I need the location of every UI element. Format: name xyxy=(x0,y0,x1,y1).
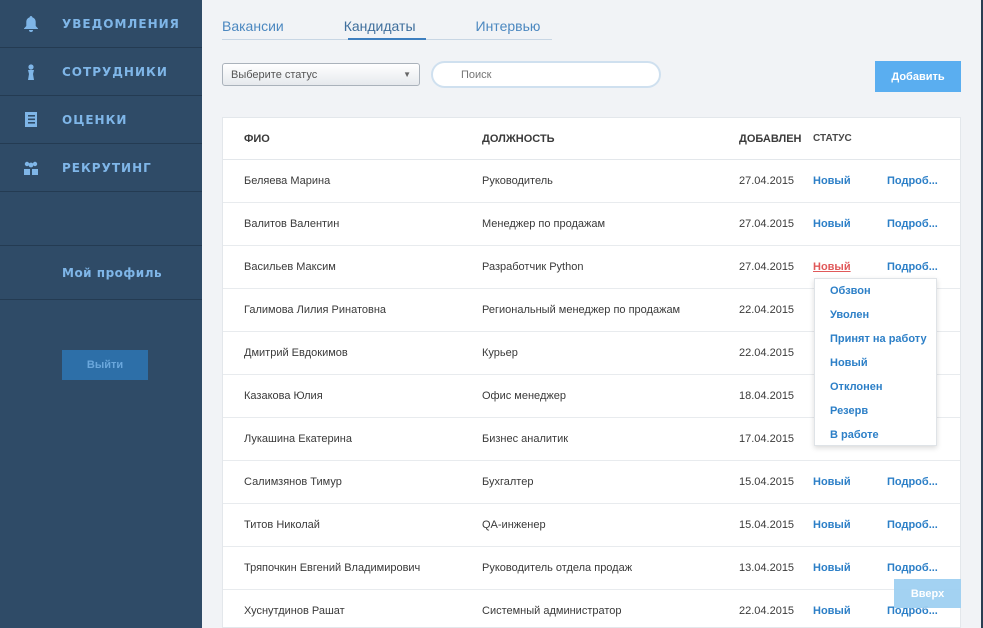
cell-name: Беляева Марина xyxy=(244,175,331,187)
table-row[interactable]: Беляева Марина Руководитель 27.04.2015 Н… xyxy=(223,160,960,203)
cell-date: 27.04.2015 xyxy=(739,218,795,230)
bell-icon xyxy=(0,15,62,32)
status-option[interactable]: Отклонен xyxy=(815,379,936,403)
table-header: ФИО Должность Добавлен Статус xyxy=(223,118,960,160)
header-status: Статус xyxy=(813,133,852,144)
cell-date: 27.04.2015 xyxy=(739,261,795,273)
cell-position: Офис менеджер xyxy=(482,390,566,402)
add-candidate-button[interactable]: Добавить xyxy=(875,61,961,92)
cell-date: 27.04.2015 xyxy=(739,175,795,187)
tab-vacancies[interactable]: Вакансии xyxy=(222,18,284,38)
cell-name: Казакова Юлия xyxy=(244,390,323,402)
cell-position: Разработчик Python xyxy=(482,261,584,273)
header-position: Должность xyxy=(482,132,555,145)
status-option[interactable]: Обзвон xyxy=(815,283,936,307)
details-link[interactable]: Подроб... xyxy=(887,218,938,230)
sidebar-divider xyxy=(0,192,202,246)
cell-date: 22.04.2015 xyxy=(739,347,795,359)
tab-bar: Вакансии Кандидаты Интервью xyxy=(222,18,600,38)
cell-date: 18.04.2015 xyxy=(739,390,795,402)
status-dropdown-menu: Обзвон Уволен Принят на работу Новый Отк… xyxy=(814,278,937,446)
document-icon xyxy=(0,112,62,127)
sidebar-item-ratings[interactable]: Оценки xyxy=(0,96,202,144)
cell-name: Васильев Максим xyxy=(244,261,336,273)
sidebar-item-employees[interactable]: Сотрудники xyxy=(0,48,202,96)
tab-interviews[interactable]: Интервью xyxy=(476,18,541,38)
cell-date: 13.04.2015 xyxy=(739,562,795,574)
person-tie-icon xyxy=(0,63,62,80)
profile-label: Мой профиль xyxy=(62,265,163,280)
cell-position: Региональный менеджер по продажам xyxy=(482,304,681,316)
cell-name: Титов Николай xyxy=(244,519,320,531)
sidebar-item-label: Сотрудники xyxy=(62,64,168,79)
status-link[interactable]: Новый xyxy=(813,519,851,531)
sidebar-item-notifications[interactable]: Уведомления xyxy=(0,0,202,48)
status-option[interactable]: В работе xyxy=(815,427,936,451)
status-link[interactable]: Новый xyxy=(813,218,851,230)
sidebar-item-profile[interactable]: Мой профиль xyxy=(0,246,202,300)
status-link[interactable]: Новый xyxy=(813,605,851,617)
cell-position: QA-инженер xyxy=(482,519,546,531)
sidebar-item-label: Оценки xyxy=(62,112,128,127)
table-row[interactable]: Тряпочкин Евгений Владимирович Руководит… xyxy=(223,547,960,590)
status-link[interactable]: Новый xyxy=(813,476,851,488)
sidebar-item-recruiting[interactable]: Рекрутинг xyxy=(0,144,202,192)
cell-name: Лукашина Екатерина xyxy=(244,433,352,445)
tab-candidates[interactable]: Кандидаты xyxy=(344,18,416,38)
cell-name: Салимзянов Тимур xyxy=(244,476,342,488)
details-link[interactable]: Подроб... xyxy=(887,175,938,187)
status-option[interactable]: Резерв xyxy=(815,403,936,427)
status-link[interactable]: Новый xyxy=(813,175,851,187)
cell-position: Курьер xyxy=(482,347,518,359)
status-filter-select[interactable]: Выберите статус ▼ xyxy=(222,63,420,86)
table-row[interactable]: Титов Николай QA-инженер 15.04.2015 Новы… xyxy=(223,504,960,547)
cell-name: Хуснутдинов Рашат xyxy=(244,605,345,617)
table-row[interactable]: Хуснутдинов Рашат Системный администрато… xyxy=(223,590,960,628)
cell-date: 22.04.2015 xyxy=(739,304,795,316)
sidebar-item-label: Уведомления xyxy=(62,16,180,31)
cell-date: 22.04.2015 xyxy=(739,605,795,617)
cell-name: Тряпочкин Евгений Владимирович xyxy=(244,562,421,574)
header-name: ФИО xyxy=(244,132,270,145)
status-option[interactable]: Уволен xyxy=(815,307,936,331)
scroll-top-button[interactable]: Вверх xyxy=(894,579,961,608)
status-option[interactable]: Новый xyxy=(815,355,936,379)
table-row[interactable]: Валитов Валентин Менеджер по продажам 27… xyxy=(223,203,960,246)
cell-name: Дмитрий Евдокимов xyxy=(244,347,348,359)
header-added: Добавлен xyxy=(739,132,802,145)
cell-position: Руководитель xyxy=(482,175,553,187)
cell-position: Бухгалтер xyxy=(482,476,534,488)
chevron-down-icon: ▼ xyxy=(403,70,411,79)
cell-name: Валитов Валентин xyxy=(244,218,340,230)
sidebar: Уведомления Сотрудники Оценки Рекрутинг … xyxy=(0,0,202,628)
sidebar-item-label: Рекрутинг xyxy=(62,160,152,175)
cell-position: Бизнес аналитик xyxy=(482,433,569,445)
details-link[interactable]: Подроб... xyxy=(887,476,938,488)
people-icon xyxy=(0,161,62,175)
details-link[interactable]: Подроб... xyxy=(887,261,938,273)
status-option[interactable]: Принят на работу xyxy=(815,331,936,355)
cell-name: Галимова Лилия Ринатовна xyxy=(244,304,387,316)
status-filter-value: Выберите статус xyxy=(231,68,318,81)
details-link[interactable]: Подроб... xyxy=(887,562,938,574)
active-tab-indicator xyxy=(348,38,426,40)
status-link[interactable]: Новый xyxy=(813,562,851,574)
table-row[interactable]: Салимзянов Тимур Бухгалтер 15.04.2015 Но… xyxy=(223,461,960,504)
search-input[interactable] xyxy=(431,61,661,88)
cell-position: Менеджер по продажам xyxy=(482,218,606,230)
cell-date: 15.04.2015 xyxy=(739,476,795,488)
details-link[interactable]: Подроб... xyxy=(887,519,938,531)
cell-position: Руководитель отдела продаж xyxy=(482,562,633,574)
cell-date: 15.04.2015 xyxy=(739,519,795,531)
cell-date: 17.04.2015 xyxy=(739,433,795,445)
logout-button[interactable]: Выйти xyxy=(62,350,148,380)
status-link-open[interactable]: Новый xyxy=(813,261,851,273)
cell-position: Системный администратор xyxy=(482,605,622,617)
